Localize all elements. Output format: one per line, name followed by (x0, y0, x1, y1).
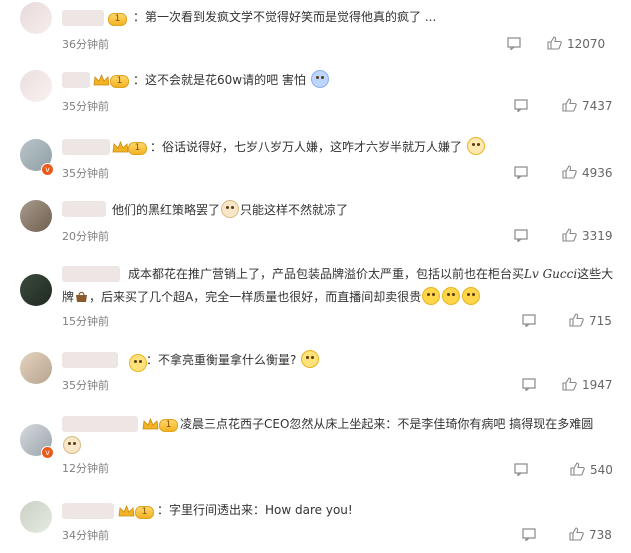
thumbs-up-icon[interactable] (569, 527, 584, 541)
comment-time: 15分钟前 (62, 315, 109, 328)
username-redacted[interactable] (62, 352, 118, 368)
dizzy-emoji-icon (129, 354, 147, 372)
like-count: 540 (590, 463, 613, 477)
like-count: 715 (589, 314, 612, 328)
comment-text: ：不拿亮重衡量拿什么衡量? (146, 350, 320, 370)
comment-icon[interactable] (514, 166, 528, 179)
avatar[interactable] (20, 70, 52, 102)
comment-time: 34分钟前 (62, 529, 109, 542)
avatar[interactable] (20, 274, 52, 306)
avatar[interactable] (20, 200, 52, 232)
thumbs-up-icon[interactable] (562, 165, 577, 179)
comment-time: 12分钟前 (62, 462, 109, 475)
crown-icon (142, 418, 159, 430)
username-redacted[interactable] (62, 72, 90, 88)
level-badge-icon: 1 (108, 13, 127, 26)
like-count: 7437 (582, 99, 613, 113)
laugh-cry-emoji-icon (442, 287, 461, 305)
comment-text: ：俗话说得好，七岁八岁万人嫌，这咋才六岁半就万人嫌了 (150, 137, 486, 157)
verified-v-icon: v (41, 446, 54, 459)
comment-time: 35分钟前 (62, 167, 109, 180)
avatar[interactable] (20, 352, 52, 384)
username-redacted[interactable] (62, 503, 114, 519)
laugh-cry-emoji-icon (422, 287, 441, 305)
comment-icon[interactable] (522, 528, 536, 541)
avatar[interactable] (20, 2, 52, 34)
comment-text: 凌晨三点花西子CEO忽然从床上坐起来：不是李佳琦你有病吧 搞得现在多难圆 (180, 417, 594, 431)
thumbs-up-icon[interactable] (562, 98, 577, 112)
dizzy-emoji-icon (301, 350, 320, 368)
comment-time: 36分钟前 (62, 38, 109, 51)
like-count: 3319 (582, 229, 613, 243)
username-redacted[interactable] (62, 201, 106, 217)
thumbs-up-icon[interactable] (570, 462, 585, 476)
comment-icon[interactable] (514, 99, 528, 112)
crown-icon (112, 141, 129, 153)
username-redacted[interactable] (62, 139, 110, 155)
comment-text: ：第一次看到发疯文学不觉得好笑而是觉得他真的疯了 ... (133, 10, 437, 24)
comment-text-line2: 牌，后来买了几个超A，完全一样质量也很好，而直播间却卖很贵 (62, 287, 481, 307)
handbag-icon (76, 291, 88, 302)
avatar[interactable] (20, 501, 52, 533)
thumbs-up-icon[interactable] (562, 228, 577, 242)
comment-icon[interactable] (507, 37, 521, 50)
thumbs-up-icon[interactable] (547, 36, 562, 50)
comment-time: 20分钟前 (62, 230, 109, 243)
comment-icon[interactable] (514, 229, 528, 242)
level-badge-icon: 1 (110, 75, 129, 88)
username-redacted[interactable] (62, 10, 104, 26)
comment-time: 35分钟前 (62, 379, 109, 392)
comment-icon[interactable] (514, 463, 528, 476)
comment-text: 他们的黑红策略罢了 只能这样不然就凉了 (112, 200, 348, 220)
like-count: 12070 (567, 37, 606, 51)
dog-emoji-icon (63, 436, 81, 454)
crown-icon (93, 74, 110, 86)
thumbs-up-icon[interactable] (562, 377, 577, 391)
like-count: 4936 (582, 166, 613, 180)
comment-text: ：这不会就是花60w请的吧 害怕 (133, 70, 330, 90)
comment-text: 成本都花在推广营销上了，产品包装品牌溢价太严重，包括以前也在柜台买Lv Gucc… (128, 267, 614, 281)
verified-v-icon: v (41, 163, 54, 176)
comment-icon[interactable] (522, 314, 536, 327)
username-redacted[interactable] (62, 416, 138, 432)
smile-emoji-icon (466, 137, 485, 155)
thumbs-up-icon[interactable] (569, 313, 584, 327)
level-badge-icon: 1 (135, 506, 154, 519)
scared-emoji-icon (310, 70, 329, 88)
comment-icon[interactable] (522, 378, 536, 391)
level-badge-icon: 1 (128, 142, 147, 155)
crown-icon (118, 505, 135, 517)
comment-time: 35分钟前 (62, 100, 109, 113)
dog-emoji-icon (221, 200, 240, 218)
level-badge-icon: 1 (159, 419, 178, 432)
like-count: 738 (589, 528, 612, 542)
like-count: 1947 (582, 378, 613, 392)
comment-text: ：字里行间透出来：How dare you! (157, 503, 353, 517)
username-redacted[interactable] (62, 266, 120, 282)
laugh-cry-emoji-icon (462, 287, 481, 305)
